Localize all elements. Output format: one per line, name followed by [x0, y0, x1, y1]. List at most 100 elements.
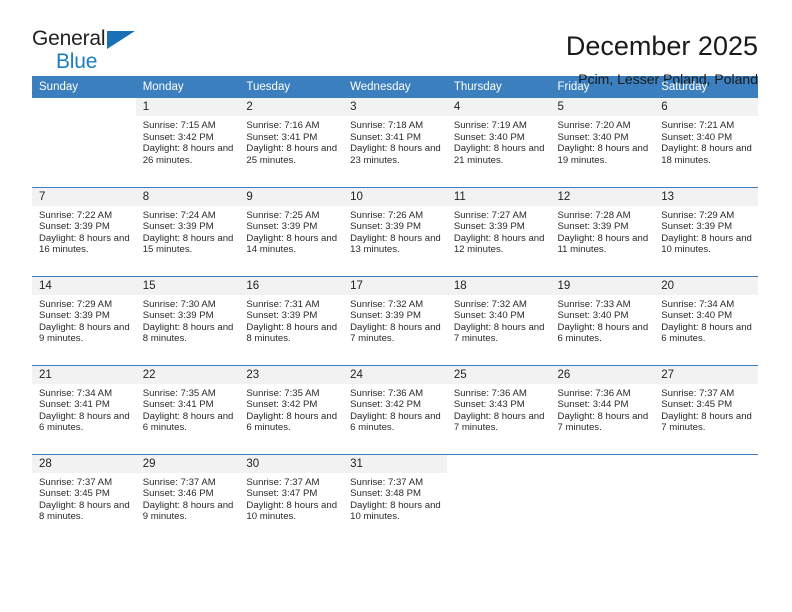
daylight-text: Daylight: 8 hours and 25 minutes.: [246, 143, 338, 166]
sunrise-text: Sunrise: 7:37 AM: [142, 476, 216, 488]
day-details: Sunrise: 7:34 AM Sunset: 3:41 PM Daylight:…: [32, 384, 136, 434]
calendar-day-cell[interactable]: 8 Sunrise: 7:24 AM Sunset: 3:39 PM Daylight…: [135, 186, 240, 276]
daylight-text: Daylight: 8 hours and 7 minutes.: [661, 410, 752, 434]
day-details: Sunrise: 7:29 AM Sunset: 3:39 PM Daylight:…: [654, 206, 758, 256]
day-number: [446, 454, 551, 473]
sunset-text: Sunset: 3:40 PM: [453, 310, 525, 322]
calendar-day-cell[interactable]: 3 Sunrise: 7:18 AM Sunset: 3:41 PM Daylight…: [343, 98, 447, 187]
sunset-text: Sunset: 3:40 PM: [557, 310, 629, 322]
calendar-day-cell[interactable]: 6 Sunrise: 7:21 AM Sunset: 3:40 PM Daylight…: [654, 98, 758, 187]
sunset-text: Sunset: 3:40 PM: [453, 131, 525, 143]
calendar-day-cell[interactable]: 19 Sunrise: 7:33 AM Sunset: 3:40 PM Dayligh…: [550, 275, 655, 365]
day-number: 23: [239, 365, 344, 384]
sunset-text: Sunset: 3:39 PM: [350, 310, 422, 322]
calendar-day-cell[interactable]: 24 Sunrise: 7:36 AM Sunset: 3:42 PM Dayligh…: [343, 364, 447, 454]
sunrise-text: Sunrise: 7:34 AM: [39, 387, 113, 399]
sunset-text: Sunset: 3:40 PM: [661, 131, 733, 143]
day-number: 9: [239, 187, 344, 206]
calendar-day-cell[interactable]: 5 Sunrise: 7:20 AM Sunset: 3:40 PM Daylight…: [550, 98, 655, 187]
sunrise-text: Sunrise: 7:35 AM: [246, 387, 320, 399]
sunset-text: Sunset: 3:39 PM: [39, 310, 110, 322]
calendar-day-cell[interactable]: 25 Sunrise: 7:36 AM Sunset: 3:43 PM Dayligh…: [446, 364, 551, 454]
sunrise-text: Sunrise: 7:25 AM: [246, 209, 320, 221]
calendar-day-cell[interactable]: 22 Sunrise: 7:35 AM Sunset: 3:41 PM Dayligh…: [135, 364, 240, 454]
daylight-text: Daylight: 8 hours and 10 minutes.: [350, 499, 441, 523]
day-number: 21: [32, 365, 136, 384]
calendar-day-cell[interactable]: 23 Sunrise: 7:35 AM Sunset: 3:42 PM Dayligh…: [239, 364, 344, 454]
day-details: Sunrise: 7:24 AM Sunset: 3:39 PM Daylight:…: [136, 206, 240, 256]
brand-logo[interactable]: General Blue: [32, 28, 152, 76]
calendar-day-cell[interactable]: 11 Sunrise: 7:27 AM Sunset: 3:39 PM Dayligh…: [446, 186, 551, 276]
day-details: Sunrise: 7:29 AM Sunset: 3:39 PM Daylight:…: [32, 295, 136, 345]
daylight-text: Daylight: 8 hours and 6 minutes.: [661, 321, 752, 345]
calendar-day-cell[interactable]: 20 Sunrise: 7:34 AM Sunset: 3:40 PM Dayligh…: [654, 275, 758, 365]
sunset-text: Sunset: 3:46 PM: [142, 488, 214, 500]
calendar-day-cell[interactable]: 29 Sunrise: 7:37 AM Sunset: 3:46 PM Dayligh…: [135, 453, 240, 543]
page-header: General Blue December 2025 Pcim, Lesser …: [0, 0, 792, 88]
sunset-text: Sunset: 3:39 PM: [453, 221, 525, 233]
sunset-text: Sunset: 3:47 PM: [246, 488, 318, 500]
sunset-text: Sunset: 3:39 PM: [142, 310, 214, 322]
sunrise-text: Sunrise: 7:36 AM: [453, 387, 527, 399]
day-number: [654, 454, 758, 473]
day-number: 31: [343, 454, 447, 473]
sunset-text: Sunset: 3:39 PM: [246, 221, 318, 233]
day-number: 11: [446, 187, 551, 206]
calendar-day-cell[interactable]: 18 Sunrise: 7:32 AM Sunset: 3:40 PM Dayligh…: [446, 275, 551, 365]
sunrise-text: Sunrise: 7:27 AM: [453, 209, 527, 221]
day-details: Sunrise: 7:20 AM Sunset: 3:40 PM Daylight:…: [551, 116, 655, 166]
sunrise-text: Sunrise: 7:20 AM: [557, 120, 631, 131]
calendar-day-cell[interactable]: 13 Sunrise: 7:29 AM Sunset: 3:39 PM Dayligh…: [654, 186, 758, 276]
calendar-day-cell[interactable]: 27 Sunrise: 7:37 AM Sunset: 3:45 PM Dayligh…: [654, 364, 758, 454]
sunset-text: Sunset: 3:42 PM: [142, 131, 214, 143]
sunset-text: Sunset: 3:39 PM: [350, 221, 422, 233]
sunrise-text: Sunrise: 7:16 AM: [246, 120, 320, 131]
day-number: 27: [654, 365, 758, 384]
calendar-day-cell[interactable]: 12 Sunrise: 7:28 AM Sunset: 3:39 PM Dayligh…: [550, 186, 655, 276]
calendar-day-cell[interactable]: 28 Sunrise: 7:37 AM Sunset: 3:45 PM Dayligh…: [32, 453, 136, 543]
day-number: 22: [135, 365, 240, 384]
day-number: 19: [550, 276, 655, 295]
calendar-day-cell[interactable]: 9 Sunrise: 7:25 AM Sunset: 3:39 PM Daylight…: [239, 186, 344, 276]
day-details: Sunrise: 7:18 AM Sunset: 3:41 PM Daylight:…: [343, 116, 447, 166]
sunrise-text: Sunrise: 7:22 AM: [39, 209, 113, 221]
day-number: 15: [135, 276, 240, 295]
daylight-text: Daylight: 8 hours and 7 minutes.: [557, 410, 649, 434]
calendar-day-cell[interactable]: 4 Sunrise: 7:19 AM Sunset: 3:40 PM Daylight…: [446, 98, 551, 187]
sunrise-text: Sunrise: 7:36 AM: [557, 387, 631, 399]
calendar-day-cell[interactable]: 7 Sunrise: 7:22 AM Sunset: 3:39 PM Daylight…: [32, 186, 136, 276]
day-details: Sunrise: 7:37 AM Sunset: 3:48 PM Daylight:…: [343, 473, 447, 523]
sunset-text: Sunset: 3:42 PM: [350, 399, 422, 411]
daylight-text: Daylight: 8 hours and 6 minutes.: [39, 410, 130, 434]
sunrise-text: Sunrise: 7:29 AM: [661, 209, 735, 221]
calendar-day-cell[interactable]: 1 Sunrise: 7:15 AM Sunset: 3:42 PM Daylight…: [135, 98, 240, 187]
calendar-day-cell[interactable]: 30 Sunrise: 7:37 AM Sunset: 3:47 PM Dayligh…: [239, 453, 344, 543]
sunrise-text: Sunrise: 7:35 AM: [142, 387, 216, 399]
sunrise-text: Sunrise: 7:37 AM: [246, 476, 320, 488]
sunset-text: Sunset: 3:45 PM: [661, 399, 733, 411]
calendar-day-cell[interactable]: 14 Sunrise: 7:29 AM Sunset: 3:39 PM Dayligh…: [32, 275, 136, 365]
calendar-day-cell[interactable]: 17 Sunrise: 7:32 AM Sunset: 3:39 PM Dayligh…: [343, 275, 447, 365]
day-number: 29: [135, 454, 240, 473]
day-details: Sunrise: 7:37 AM Sunset: 3:46 PM Daylight:…: [136, 473, 240, 523]
calendar-day-cell[interactable]: 16 Sunrise: 7:31 AM Sunset: 3:39 PM Dayligh…: [239, 275, 344, 365]
sunset-text: Sunset: 3:41 PM: [142, 399, 214, 411]
daylight-text: Daylight: 8 hours and 10 minutes.: [661, 232, 752, 256]
calendar-day-cell[interactable]: 21 Sunrise: 7:34 AM Sunset: 3:41 PM Dayligh…: [32, 364, 136, 454]
calendar-container: Sunday Monday Tuesday Wednesday Thursday…: [0, 76, 792, 543]
daylight-text: Daylight: 8 hours and 9 minutes.: [39, 321, 130, 345]
day-details: Sunrise: 7:36 AM Sunset: 3:43 PM Daylight:…: [447, 384, 551, 434]
sunrise-text: Sunrise: 7:31 AM: [246, 298, 320, 310]
sunset-text: Sunset: 3:43 PM: [453, 399, 525, 411]
calendar-table: Sunday Monday Tuesday Wednesday Thursday…: [32, 76, 758, 543]
day-number: 6: [654, 98, 758, 116]
day-details: Sunrise: 7:27 AM Sunset: 3:39 PM Daylight:…: [447, 206, 551, 256]
daylight-text: Daylight: 8 hours and 9 minutes.: [142, 499, 234, 523]
calendar-day-cell[interactable]: 10 Sunrise: 7:26 AM Sunset: 3:39 PM Dayligh…: [343, 186, 447, 276]
daylight-text: Daylight: 8 hours and 12 minutes.: [453, 232, 545, 256]
calendar-day-cell[interactable]: 15 Sunrise: 7:30 AM Sunset: 3:39 PM Dayligh…: [135, 275, 240, 365]
day-number: 24: [343, 365, 447, 384]
calendar-day-cell[interactable]: 2 Sunrise: 7:16 AM Sunset: 3:41 PM Daylight…: [239, 98, 344, 187]
calendar-day-cell[interactable]: 31 Sunrise: 7:37 AM Sunset: 3:48 PM Dayligh…: [343, 453, 447, 543]
calendar-day-cell[interactable]: 26 Sunrise: 7:36 AM Sunset: 3:44 PM Dayligh…: [550, 364, 655, 454]
